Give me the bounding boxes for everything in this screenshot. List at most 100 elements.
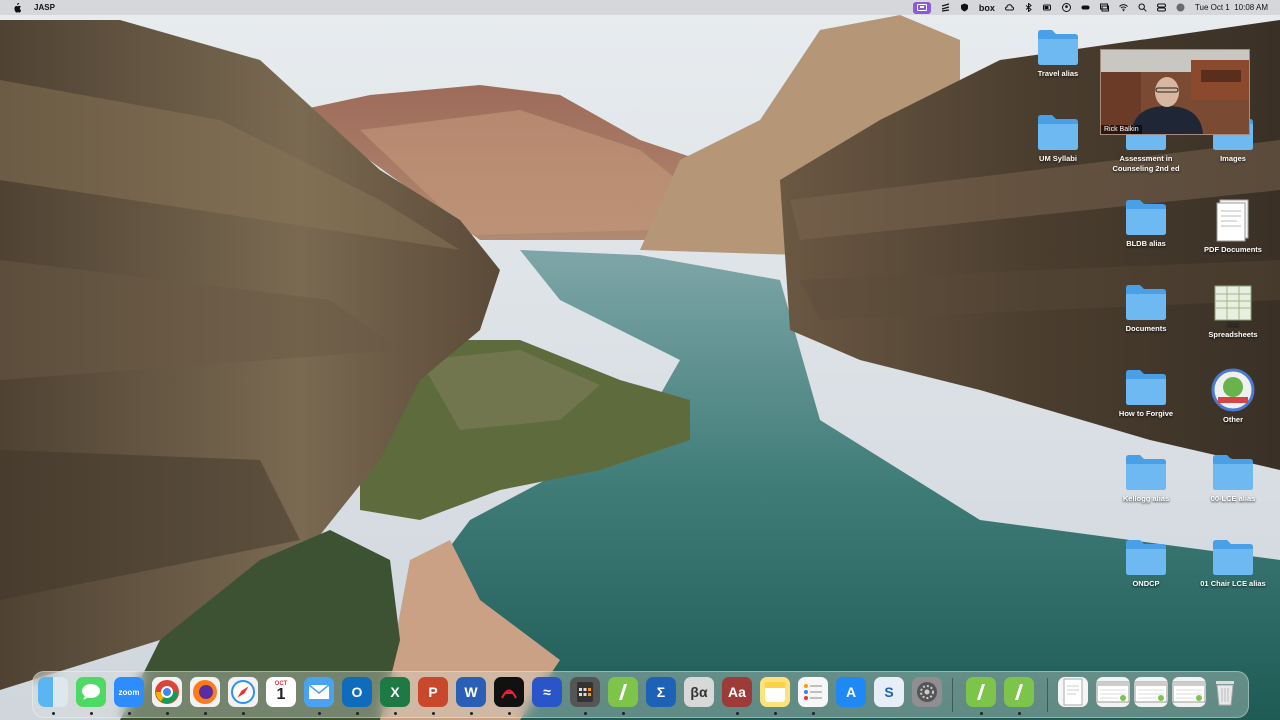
safari-icon[interactable]	[228, 677, 258, 707]
dock-running-indicator	[318, 712, 321, 715]
desktop-wallpaper	[0, 0, 1280, 720]
spss-icon[interactable]: S	[874, 677, 904, 707]
calendar-day: 1	[276, 686, 286, 703]
screen-share-status-icon[interactable]	[912, 1, 931, 14]
desktop-item-spreadsheets[interactable]: XLS Spreadsheets	[1191, 282, 1275, 340]
jasp-document-icon	[1211, 368, 1255, 412]
approx-icon[interactable]: ≈	[532, 677, 562, 707]
desktop-item-label: How to Forgive	[1118, 409, 1174, 418]
dock-separator	[952, 678, 953, 712]
sigma-icon[interactable]: Σ	[646, 677, 676, 707]
dock-running-indicator	[812, 712, 815, 715]
desktop-item-travel-alias[interactable]: Travel alias	[1016, 27, 1100, 79]
battery-icon[interactable]	[1042, 3, 1052, 12]
gamepad-icon[interactable]	[1081, 3, 1090, 12]
desktop-item-00-lce-alias[interactable]: 00-LCE alias	[1191, 452, 1275, 504]
desktop-item-um-syllabi[interactable]: UM Syllabi	[1016, 112, 1100, 164]
notes-icon[interactable]	[760, 677, 790, 707]
document-icon[interactable]	[1058, 677, 1088, 707]
dock-separator	[1047, 678, 1048, 712]
jasp-icon[interactable]	[1004, 677, 1034, 707]
folder-icon	[1126, 540, 1166, 575]
greek-icon[interactable]: βα	[684, 677, 714, 707]
desktop-item-other[interactable]: Other	[1191, 367, 1275, 425]
dock-running-indicator	[584, 712, 587, 715]
calculator-icon[interactable]	[570, 677, 600, 707]
desktop-item-label: Kellogg alias	[1122, 494, 1170, 503]
stripe-app-icon[interactable]	[941, 3, 950, 12]
desktop-item-label: UM Syllabi	[1039, 154, 1077, 163]
settings-icon[interactable]	[912, 677, 942, 707]
finder-icon[interactable]	[38, 677, 68, 707]
zoom-icon[interactable]: zoom	[114, 677, 144, 707]
desktop-item-label: BLDB alias	[1126, 239, 1166, 248]
jasp-icon[interactable]	[608, 677, 638, 707]
desktop-item-pdf-documents[interactable]: PDF Documents	[1191, 197, 1275, 255]
control-center-icon[interactable]	[1156, 3, 1166, 12]
desktop-item-label: Other	[1222, 415, 1243, 424]
dock-running-indicator	[1018, 712, 1021, 715]
excel-icon[interactable]: X	[380, 677, 410, 707]
desktop-item-documents[interactable]: Documents	[1104, 282, 1188, 334]
box-app-icon[interactable]: box	[979, 3, 995, 13]
dock-running-indicator	[204, 712, 207, 715]
dock-running-indicator	[736, 712, 739, 715]
search-icon[interactable]	[1138, 3, 1147, 12]
folder-icon	[1126, 285, 1166, 320]
word-icon[interactable]: W	[456, 677, 486, 707]
jasp-icon[interactable]	[966, 677, 996, 707]
desktop-item-bldb-alias[interactable]: BLDB alias	[1104, 197, 1188, 249]
folder-icon	[1038, 30, 1078, 65]
folder-icon	[1213, 455, 1253, 490]
folder-icon	[1213, 540, 1253, 575]
desktop-item-ondcp[interactable]: ONDCP	[1104, 537, 1188, 589]
messages-icon[interactable]	[76, 677, 106, 707]
apple-menu-icon[interactable]	[12, 2, 22, 13]
document-stack-icon	[1216, 199, 1249, 242]
active-app-name[interactable]: JASP	[34, 3, 55, 12]
dock-running-indicator	[980, 712, 983, 715]
chrome-icon[interactable]	[152, 677, 182, 707]
desktop-item-label: 01 Chair LCE alias	[1200, 579, 1266, 588]
desktop-item-kellogg-alias[interactable]: Kellogg alias	[1104, 452, 1188, 504]
window-thumb-icon[interactable]	[1096, 677, 1130, 707]
desktop-item-label: Spreadsheets	[1208, 330, 1258, 339]
dock-running-indicator	[394, 712, 397, 715]
calendar-icon[interactable]: OCT 1	[266, 677, 296, 707]
dictionary-icon[interactable]: Aa	[722, 677, 752, 707]
dock-running-indicator	[242, 712, 245, 715]
outlook-icon[interactable]: O	[342, 677, 372, 707]
acrobat-icon[interactable]	[494, 677, 524, 707]
wifi-icon[interactable]	[1119, 3, 1128, 12]
dock-running-indicator	[128, 712, 131, 715]
trash-icon[interactable]	[1210, 677, 1240, 707]
screen-mirroring-icon[interactable]	[1099, 3, 1109, 12]
shield-icon[interactable]	[960, 3, 969, 12]
folder-icon	[1126, 200, 1166, 235]
cloud-upload-icon[interactable]	[1004, 3, 1014, 12]
firefox-icon[interactable]	[190, 677, 220, 707]
video-call-window[interactable]: Rick Balkin	[1100, 49, 1250, 135]
folder-icon	[1126, 455, 1166, 490]
user-account-icon[interactable]	[1061, 3, 1071, 12]
siri-icon[interactable]	[1176, 3, 1185, 12]
window-thumb-icon[interactable]	[1134, 677, 1168, 707]
dock-running-indicator	[774, 712, 777, 715]
desktop-item-01-chair-lce-alias[interactable]: 01 Chair LCE alias	[1191, 537, 1275, 589]
spreadsheet-stack-icon: XLS	[1214, 285, 1252, 328]
desktop-item-label: Documents	[1125, 324, 1167, 333]
mail-icon[interactable]	[304, 677, 334, 707]
menubar-clock[interactable]: Tue Oct 1 10:08 AM	[1195, 3, 1268, 12]
desktop-item-how-to-forgive[interactable]: How to Forgive	[1104, 367, 1188, 419]
window-thumb-icon[interactable]	[1172, 677, 1206, 707]
reminders-icon[interactable]	[798, 677, 828, 707]
folder-icon	[1126, 370, 1166, 405]
dock-running-indicator	[90, 712, 93, 715]
appstore-icon[interactable]: A	[836, 677, 866, 707]
dock-running-indicator	[432, 712, 435, 715]
powerpoint-icon[interactable]: P	[418, 677, 448, 707]
dock-running-indicator	[356, 712, 359, 715]
bluetooth-icon[interactable]	[1024, 3, 1033, 12]
dock-running-indicator	[508, 712, 511, 715]
dock-running-indicator	[52, 712, 55, 715]
